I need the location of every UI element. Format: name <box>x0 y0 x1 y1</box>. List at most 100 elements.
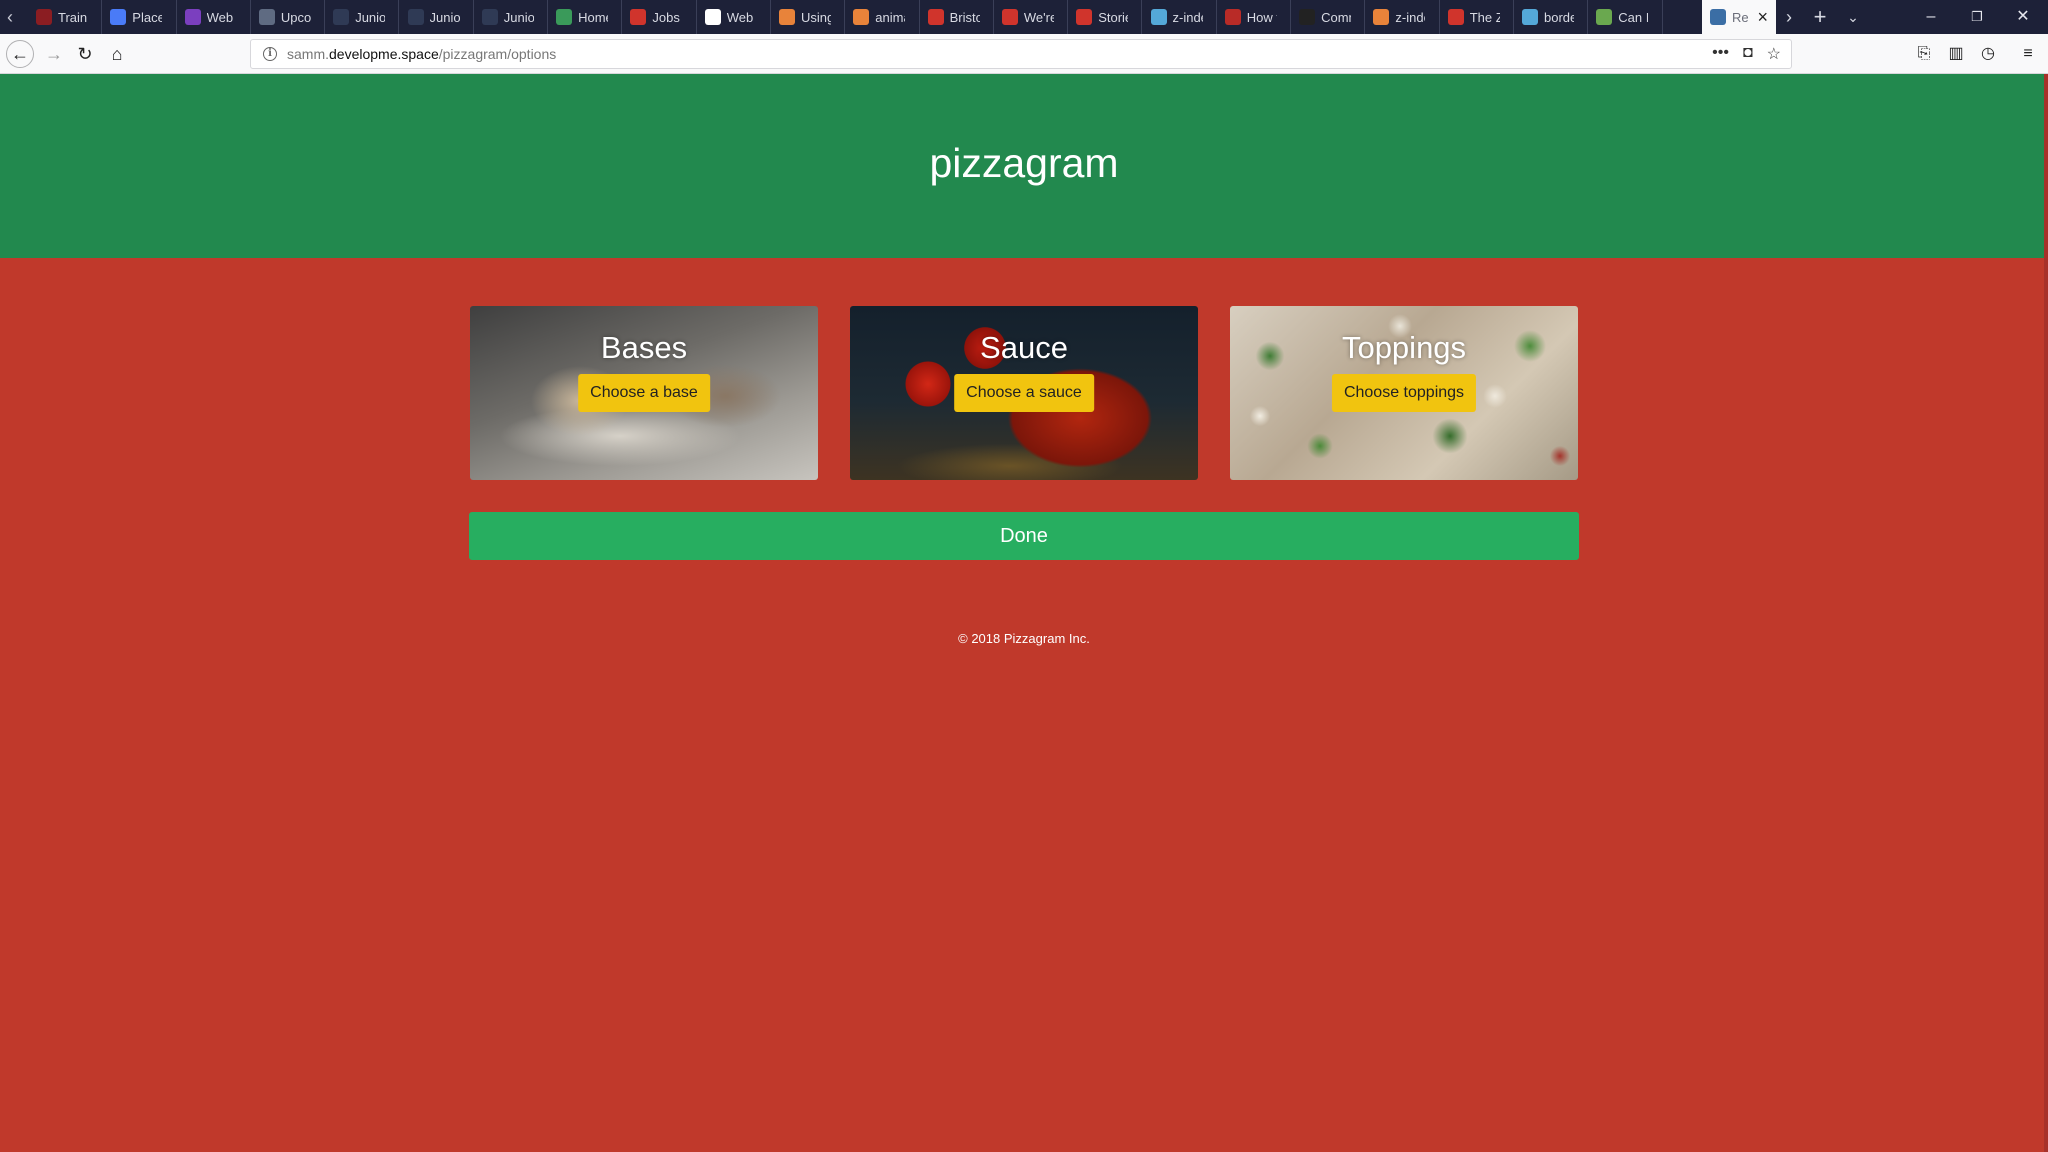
choose-toppings-button[interactable]: Choose toppings <box>1331 374 1477 412</box>
bookmark-star-icon[interactable]: ☆ <box>1767 44 1781 64</box>
browser-tab[interactable]: We're <box>994 0 1069 34</box>
browser-tab[interactable]: Using <box>771 0 846 34</box>
tab-title: Train <box>58 9 88 25</box>
tab-favicon-icon <box>1150 9 1167 25</box>
tab-favicon-icon <box>630 9 647 25</box>
tab-favicon-icon <box>556 9 573 25</box>
browser-tab[interactable]: The Z <box>1440 0 1514 34</box>
close-window-icon[interactable]: ✕ <box>2000 0 2046 34</box>
back-arrow-icon[interactable]: ← <box>6 40 34 68</box>
tab-title: Can I <box>1618 9 1649 25</box>
card-bases: Bases Choose a base <box>470 306 818 480</box>
tab-strip: ‹ Train Places Web D Upcon Junior Junior Junio… <box>0 0 2048 34</box>
sidebar-icon[interactable]: ▥ <box>1944 42 1968 66</box>
tab-favicon-icon <box>333 9 350 25</box>
url-domain: developme.space <box>329 46 439 62</box>
tab-favicon-icon <box>1076 9 1093 25</box>
url-path: /pizzagram/options <box>438 46 557 62</box>
tab-title: z-inde <box>1172 9 1203 25</box>
tab-title: Bristol <box>949 9 980 25</box>
tab-title: Web d <box>726 9 757 25</box>
browser-tab[interactable]: Upcon <box>251 0 326 34</box>
browser-tab[interactable]: Train <box>28 0 103 34</box>
browser-tab[interactable]: Bristol <box>920 0 994 34</box>
card-title: Toppings <box>1341 330 1467 365</box>
tab-favicon-icon <box>1596 9 1613 25</box>
tab-favicon-icon <box>1224 9 1241 25</box>
browser-tab[interactable]: Web d <box>697 0 771 34</box>
browser-tab[interactable]: z-inde <box>1143 0 1217 34</box>
card-title: Bases <box>600 330 688 365</box>
browser-tab[interactable]: How t <box>1217 0 1292 34</box>
browser-tab[interactable]: Junior <box>325 0 400 34</box>
tab-title: z-inde <box>1395 9 1425 25</box>
reload-icon[interactable]: ↻ <box>71 40 99 68</box>
browser-tab[interactable]: Comm <box>1291 0 1366 34</box>
browser-tab[interactable]: Places <box>102 0 177 34</box>
browser-tab[interactable]: z-inde <box>1365 0 1440 34</box>
url-bar[interactable]: i samm. developme.space/pizzagram/options… <box>250 39 1792 69</box>
tab-title: How t <box>1246 9 1277 25</box>
url-subdomain: samm. <box>287 46 329 62</box>
minimize-window-icon[interactable]: – <box>1908 0 1954 34</box>
tab-title: Storie <box>1098 9 1128 25</box>
tab-title: The Z <box>1469 9 1500 25</box>
tab-title: We're <box>1023 9 1054 25</box>
tab-favicon-icon <box>1001 9 1018 25</box>
browser-tab[interactable]: Web D <box>177 0 251 34</box>
pocket-icon[interactable]: ◘ <box>1743 44 1753 64</box>
page-content: pizzagram Bases Choose a base Sauce Choo… <box>0 74 2048 1152</box>
tab-title: Comm <box>1321 9 1351 25</box>
tab-favicon-icon <box>1522 9 1538 25</box>
site-info-icon[interactable]: i <box>263 47 277 61</box>
tab-favicon-icon <box>1447 9 1464 25</box>
tab-favicon-icon <box>927 9 944 25</box>
card-toppings: Toppings Choose toppings <box>1230 306 1578 480</box>
page-scrollbar[interactable] <box>2044 74 2048 1152</box>
tab-title: Web D <box>206 9 237 25</box>
tab-scroll-left-icon[interactable]: ‹ <box>0 0 20 34</box>
tab-title: Upcon <box>280 9 311 25</box>
choose-base-button[interactable]: Choose a base <box>578 374 710 412</box>
tab-favicon-icon <box>110 9 127 25</box>
browser-tab[interactable]: Can I <box>1588 0 1663 34</box>
tab-favicon-icon <box>1299 9 1316 25</box>
site-header: pizzagram <box>0 74 2048 258</box>
browser-tab[interactable]: Junior <box>474 0 549 34</box>
done-button[interactable]: Done <box>469 512 1579 560</box>
tab-title: Home <box>578 9 608 25</box>
tab-title: Jobs a <box>652 9 682 25</box>
new-tab-plus-icon[interactable]: + <box>1805 0 1835 34</box>
restore-window-icon[interactable]: ❐ <box>1954 0 2000 34</box>
tab-list-chevron-down-icon[interactable]: ⌄ <box>1838 0 1868 34</box>
page-actions-ellipsis-icon[interactable]: ••• <box>1712 44 1729 64</box>
tab-title: Using <box>801 9 831 25</box>
tab-favicon-icon <box>779 9 795 25</box>
tab-title: borde <box>1544 9 1574 25</box>
tab-scroll-right-icon[interactable]: › <box>1778 0 1800 34</box>
card-title: Sauce <box>980 330 1068 365</box>
history-clock-icon[interactable]: ◷ <box>1976 42 2000 66</box>
browser-tab[interactable]: Junior <box>400 0 474 34</box>
tab-favicon-icon <box>407 9 424 25</box>
browser-tab[interactable]: Storie <box>1068 0 1143 34</box>
home-icon[interactable]: ⌂ <box>103 40 131 68</box>
tab-title: Places <box>132 9 162 25</box>
tab-title: Junior <box>429 9 460 25</box>
browser-tab[interactable]: Home <box>548 0 623 34</box>
menu-hamburger-icon[interactable]: ≡ <box>2016 42 2040 66</box>
browser-tab[interactable]: anima <box>845 0 920 34</box>
tab-favicon-icon <box>36 9 52 25</box>
site-title: pizzagram <box>929 140 1119 186</box>
tab-favicon-icon <box>184 9 201 25</box>
choose-sauce-button[interactable]: Choose a sauce <box>954 374 1094 412</box>
tab-active[interactable]: Re × <box>1702 0 1776 34</box>
browser-tab[interactable]: Jobs a <box>622 0 697 34</box>
library-bookmarks-icon[interactable]: ⎘ <box>1912 42 1936 66</box>
forward-arrow-icon[interactable]: → <box>40 40 68 68</box>
close-tab-icon[interactable]: × <box>1757 7 1768 28</box>
footer-copyright: © 2018 Pizzagram Inc. <box>958 631 1090 646</box>
browser-tab[interactable]: borde <box>1514 0 1589 34</box>
navigation-bar: ← → ↻ ⌂ i samm. developme.space/pizzagram… <box>0 34 2048 74</box>
card-sauce: Sauce Choose a sauce <box>850 306 1198 480</box>
